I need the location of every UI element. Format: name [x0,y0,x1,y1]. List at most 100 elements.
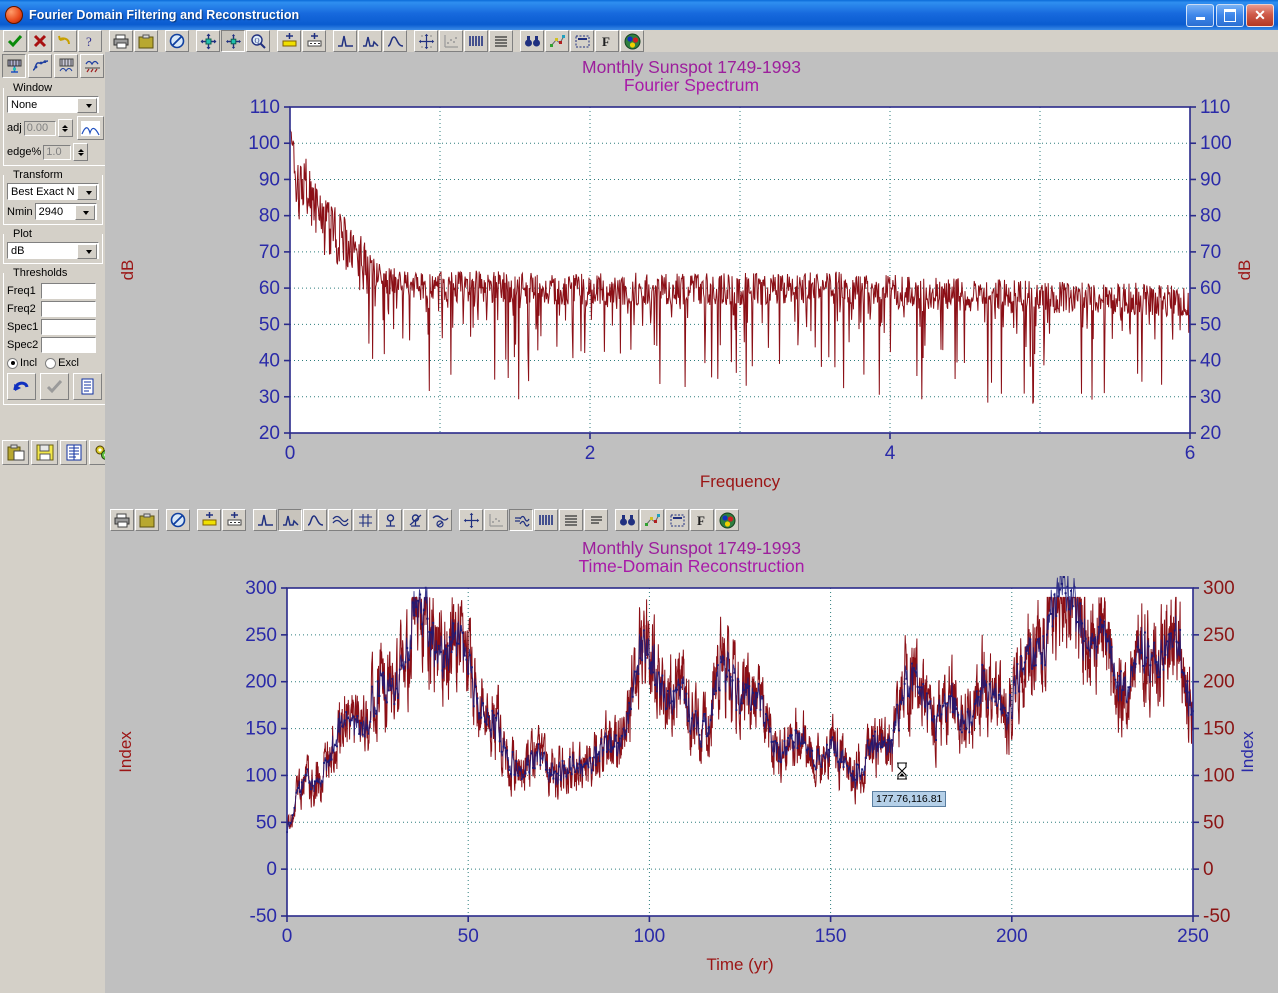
peak-button[interactable] [253,509,277,531]
freq1-input[interactable] [41,283,96,299]
svg-text:Time (yr): Time (yr) [706,955,773,974]
help-button[interactable]: ? [78,30,102,52]
stack-wave-button[interactable] [509,509,533,531]
point-slash-button[interactable] [403,509,427,531]
move-axes-button[interactable] [459,509,483,531]
excl-radio[interactable] [45,357,57,369]
color-button[interactable] [620,30,644,52]
scale-button[interactable] [302,30,326,52]
revert-button[interactable] [7,373,36,400]
no-edit-button[interactable] [166,509,190,531]
select-region-button[interactable] [570,30,594,52]
apply-button[interactable] [40,373,69,400]
edge-stepper[interactable] [73,143,89,161]
window-select[interactable]: None [7,96,99,113]
report-button[interactable] [60,440,87,465]
spec1-row: Spec1 [7,319,102,335]
chevron-down-icon[interactable] [77,244,97,259]
save-button[interactable] [31,440,58,465]
plot-select[interactable]: dB [7,242,99,259]
spec1-input[interactable] [41,319,96,335]
select-region-button[interactable] [665,509,689,531]
maximize-button[interactable] [1216,3,1244,27]
no-edit-button[interactable] [165,30,189,52]
svg-text:dB: dB [1235,259,1254,280]
svg-text:100: 100 [1203,765,1235,786]
spectrum-title-block: Monthly Sunspot 1749-1993 Fourier Spectr… [105,52,1278,95]
paste-button[interactable] [2,440,29,465]
grid-data-button[interactable] [484,509,508,531]
nmin-select[interactable]: 2940 [34,203,97,220]
scale-button[interactable] [222,509,246,531]
list-button[interactable] [73,373,102,400]
accept-button[interactable] [3,30,27,52]
freq2-input[interactable] [41,301,96,317]
find-button[interactable] [520,30,544,52]
offset-button[interactable] [277,30,301,52]
transform-select[interactable]: Best Exact N [7,183,99,200]
window-mode-button[interactable] [54,54,78,78]
signal-mode-button[interactable] [28,54,52,78]
svg-text:Index: Index [1238,730,1257,772]
print-button[interactable] [110,509,134,531]
svg-text:80: 80 [259,205,280,226]
chevron-down-icon[interactable] [77,98,97,113]
offset-button[interactable] [197,509,221,531]
svg-text:4: 4 [885,443,896,464]
font-button[interactable]: F [690,509,714,531]
reconstruction-subtitle: Time-Domain Reconstruction [578,556,805,577]
chevron-down-icon[interactable] [74,205,95,220]
copy-button[interactable] [135,509,159,531]
bars-button[interactable] [464,30,488,52]
svg-text:70: 70 [1200,242,1221,263]
smooth-button[interactable] [328,509,352,531]
svg-text:-50: -50 [1203,906,1230,927]
close-button[interactable]: ✕ [1246,3,1274,27]
crosshair-button[interactable] [221,30,245,52]
find-button[interactable] [615,509,639,531]
grid-data-button[interactable] [439,30,463,52]
markers-button[interactable] [545,30,569,52]
spec2-row: Spec2 [7,337,102,353]
reconstruction-plot[interactable]: -50 -500 050 50100 100150 150200 200250 250300 3… [105,575,1278,981]
undo-button[interactable] [53,30,77,52]
color-button[interactable] [715,509,739,531]
markers-button[interactable] [640,509,664,531]
bars-button[interactable] [534,509,558,531]
peak3-button[interactable] [303,509,327,531]
adj-input[interactable]: 0.00 [23,120,56,136]
point-button[interactable] [378,509,402,531]
lines2-button[interactable] [584,509,608,531]
edge-label: edge% [7,146,42,158]
excl-label: Excl [58,357,79,369]
app-icon [5,6,23,24]
cancel-button[interactable] [28,30,52,52]
lines-button[interactable] [559,509,583,531]
move-axes-button[interactable] [414,30,438,52]
zoom-button[interactable]: Q [246,30,270,52]
adj-stepper[interactable] [57,119,73,137]
filter-mode-button[interactable] [80,54,104,78]
font-button[interactable]: F [595,30,619,52]
spec2-input[interactable] [41,337,96,353]
peak2-button[interactable] [278,509,302,531]
wave-slash-button[interactable] [428,509,452,531]
pan-button[interactable] [196,30,220,52]
peak2-button[interactable] [358,30,382,52]
chevron-down-icon[interactable] [77,185,97,200]
edge-input[interactable]: 1.0 [43,144,72,160]
spectrum-mode-button[interactable] [2,54,26,78]
svg-text:?: ? [86,34,92,49]
incl-radio[interactable] [7,357,18,369]
svg-text:20: 20 [259,423,280,444]
grid-cross-button[interactable] [353,509,377,531]
minimize-button[interactable] [1186,3,1214,27]
print-button[interactable] [109,30,133,52]
peak3-button[interactable] [383,30,407,52]
copy-button[interactable] [134,30,158,52]
peak-button[interactable] [333,30,357,52]
spectrum-plot[interactable]: 20 2030 3040 4050 5060 6070 7080 8090 90100 10011… [105,95,1278,495]
lines-button[interactable] [489,30,513,52]
freq1-label: Freq1 [7,285,36,297]
window-preview-button[interactable] [76,116,104,140]
